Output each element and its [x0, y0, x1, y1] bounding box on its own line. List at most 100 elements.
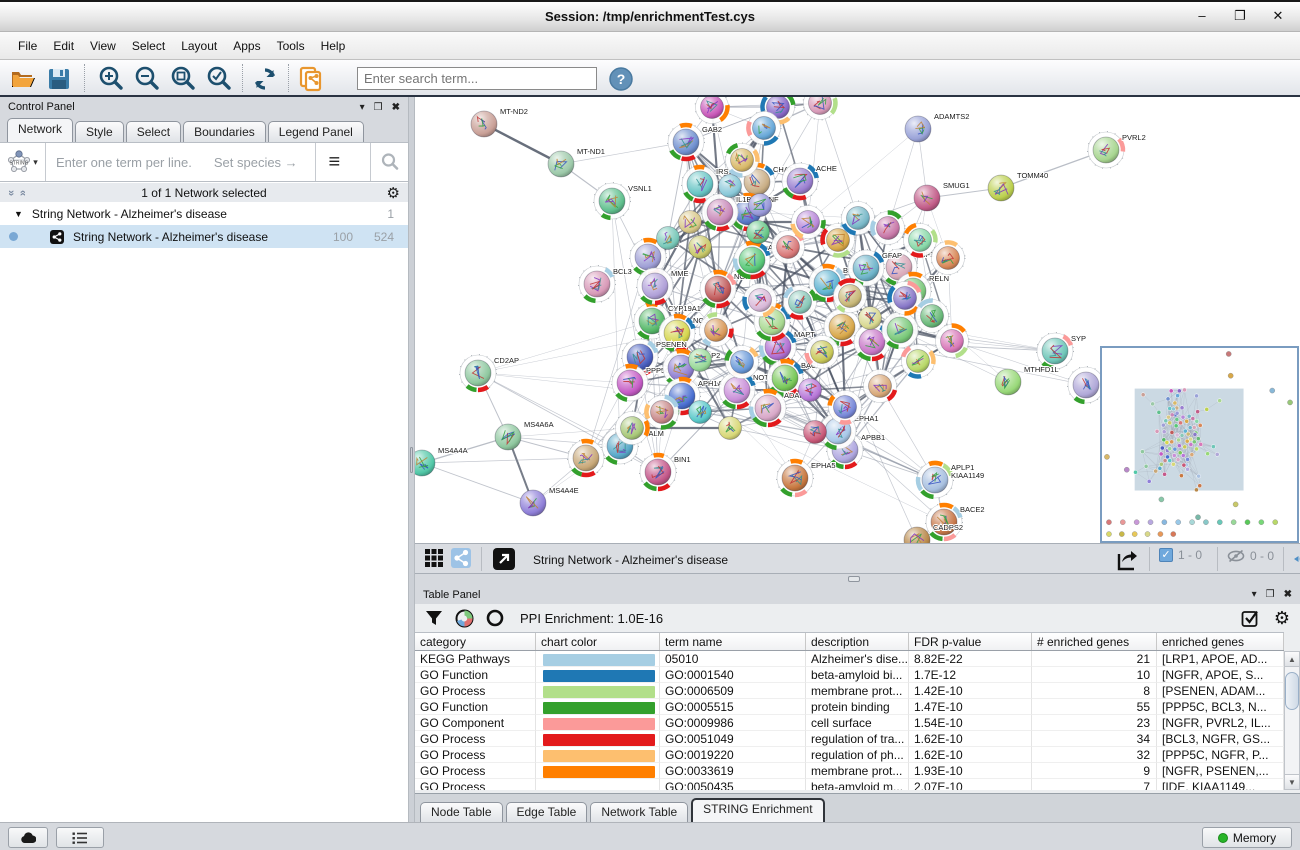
open-in-new-button[interactable]	[493, 548, 515, 570]
remove-chart-icon[interactable]	[486, 609, 504, 627]
node-MTHFD1L[interactable]: MTHFD1L	[995, 365, 1059, 395]
menu-item-tools[interactable]: Tools	[269, 35, 313, 57]
birdseye-view[interactable]	[1100, 346, 1299, 543]
string-query-placeholder[interactable]: Enter one term per line.	[46, 155, 192, 170]
tree-expand-icon[interactable]: ▼	[14, 209, 23, 219]
string-options-button[interactable]: ≡	[315, 143, 353, 181]
node-VSNL1[interactable]: VSNL1	[594, 183, 652, 220]
panel-close-icon[interactable]: ✖	[1284, 589, 1292, 600]
memory-button[interactable]: Memory	[1202, 827, 1292, 848]
table-row[interactable]: GO ProcessGO:0051049regulation of tra...…	[415, 731, 1284, 747]
node[interactable]	[901, 344, 935, 378]
node-MS4A4E[interactable]: MS4A4E	[520, 486, 579, 516]
node[interactable]	[749, 194, 772, 217]
select-all-checkbox-icon[interactable]	[1241, 609, 1260, 628]
task-history-button[interactable]	[56, 827, 104, 848]
table-row[interactable]: GO ProcessGO:0019220regulation of ph...1…	[415, 747, 1284, 763]
zoom-out-button[interactable]	[132, 64, 162, 94]
node[interactable]	[859, 307, 882, 330]
string-source-caret-icon[interactable]: ▾	[33, 157, 38, 168]
node-BIN1[interactable]: BIN1	[640, 454, 691, 491]
species-hint[interactable]: Set species →	[214, 155, 298, 170]
tab-network-table[interactable]: Network Table	[590, 802, 688, 822]
tab-select[interactable]: Select	[126, 121, 181, 142]
tab-edge-table[interactable]: Edge Table	[506, 802, 588, 822]
chart-settings-icon[interactable]	[455, 609, 474, 628]
panel-close-icon[interactable]: ✖	[392, 102, 400, 113]
column-header-enriched-genes[interactable]: enriched genes	[1157, 633, 1284, 650]
menu-item-view[interactable]: View	[82, 35, 124, 57]
string-logo[interactable]: STRING ▾	[0, 143, 46, 181]
column-header-chart-color[interactable]: chart color	[536, 633, 660, 650]
table-settings-gear-icon[interactable]: ⚙	[1274, 608, 1290, 629]
node[interactable]	[804, 421, 827, 444]
node[interactable]	[689, 236, 712, 259]
open-session-button[interactable]	[8, 64, 38, 94]
zoom-selected-button[interactable]	[204, 64, 234, 94]
node-ACHE[interactable]: ACHE	[782, 163, 837, 200]
node-BACE2[interactable]: BACE2	[926, 504, 985, 541]
tab-style[interactable]: Style	[75, 121, 124, 142]
node[interactable]	[747, 221, 770, 244]
table-row[interactable]: GO FunctionGO:0005515protein binding1.47…	[415, 699, 1284, 715]
column-header-category[interactable]: category	[415, 633, 536, 650]
refresh-button[interactable]	[250, 64, 280, 94]
scroll-up-arrow[interactable]: ▲	[1285, 652, 1299, 667]
zoom-in-button[interactable]	[96, 64, 126, 94]
search-input[interactable]	[357, 67, 597, 90]
network-row-selected[interactable]: String Network - Alzheimer's disease 100…	[0, 225, 408, 248]
grid-mode-button[interactable]	[424, 548, 444, 568]
node-BCL3[interactable]: BCL3	[579, 266, 632, 303]
tab-node-table[interactable]: Node Table	[420, 802, 503, 822]
copy-network-button[interactable]	[296, 64, 326, 94]
menu-item-file[interactable]: File	[10, 35, 45, 57]
save-session-button[interactable]	[44, 64, 74, 94]
minimize-button[interactable]: –	[1194, 8, 1210, 24]
welcome-screen-button[interactable]	[8, 827, 48, 848]
node-SYP[interactable]: SYP	[1037, 333, 1087, 370]
table-row[interactable]: KEGG Pathways05010Alzheimer's dise...8.8…	[415, 651, 1284, 667]
table-row[interactable]: GO FunctionGO:0001540beta-amyloid bi...1…	[415, 667, 1284, 683]
node[interactable]	[689, 401, 712, 424]
node[interactable]	[719, 175, 742, 198]
table-row[interactable]: GO ProcessGO:0033619membrane prot...1.93…	[415, 763, 1284, 779]
panel-menu-icon[interactable]: ▾	[1252, 589, 1257, 600]
close-button[interactable]: ✕	[1270, 8, 1286, 24]
tab-boundaries[interactable]: Boundaries	[183, 121, 266, 142]
table-row[interactable]: GO ProcessGO:0050435beta-amyloid m...2.0…	[415, 779, 1284, 790]
column-header-term-name[interactable]: term name	[660, 633, 806, 650]
panel-menu-icon[interactable]: ▾	[360, 102, 365, 113]
node[interactable]	[803, 97, 837, 120]
node-APLP1[interactable]: APLP1KIAA1149	[917, 462, 985, 499]
tab-legend-panel[interactable]: Legend Panel	[268, 121, 364, 142]
tab-network[interactable]: Network	[7, 118, 73, 142]
network-collection-row[interactable]: ▼ String Network - Alzheimer's disease 1	[0, 202, 408, 225]
node[interactable]	[695, 97, 729, 124]
column-header-FDR-p-value[interactable]: FDR p-value	[909, 633, 1032, 650]
vertical-splitter[interactable]	[408, 97, 415, 822]
node-ADAMTS2[interactable]: ADAMTS2	[905, 112, 969, 142]
node-MS4A4A[interactable]: MS4A4A	[415, 446, 468, 476]
zoom-fit-button[interactable]	[168, 64, 198, 94]
node-EPHA5[interactable]: EPHA5	[777, 460, 836, 497]
menu-item-edit[interactable]: Edit	[45, 35, 82, 57]
maximize-button[interactable]: ❐	[1232, 8, 1248, 24]
help-button[interactable]: ?	[606, 64, 636, 94]
horizontal-splitter[interactable]	[415, 574, 1300, 585]
node[interactable]	[679, 211, 702, 234]
node-CD2AP[interactable]: CD2AP	[460, 355, 520, 392]
tab-string-enrichment[interactable]: STRING Enrichment	[691, 798, 824, 822]
string-search-button[interactable]	[370, 143, 408, 181]
node[interactable]	[689, 349, 712, 372]
table-row[interactable]: GO ProcessGO:0006509membrane prot...1.42…	[415, 683, 1284, 699]
table-scrollbar[interactable]: ▲ ▼	[1284, 651, 1300, 790]
scroll-down-arrow[interactable]: ▼	[1285, 774, 1299, 789]
node[interactable]	[791, 205, 825, 239]
network-options-gear-icon[interactable]: ⚙	[387, 184, 400, 202]
node-MS4A6A[interactable]: MS4A6A	[495, 420, 554, 450]
scrollbar-thumb[interactable]	[1285, 672, 1299, 710]
node[interactable]	[743, 283, 777, 317]
column-header--enriched-genes[interactable]: # enriched genes	[1032, 633, 1157, 650]
node[interactable]	[841, 201, 875, 235]
menu-item-apps[interactable]: Apps	[225, 35, 268, 57]
